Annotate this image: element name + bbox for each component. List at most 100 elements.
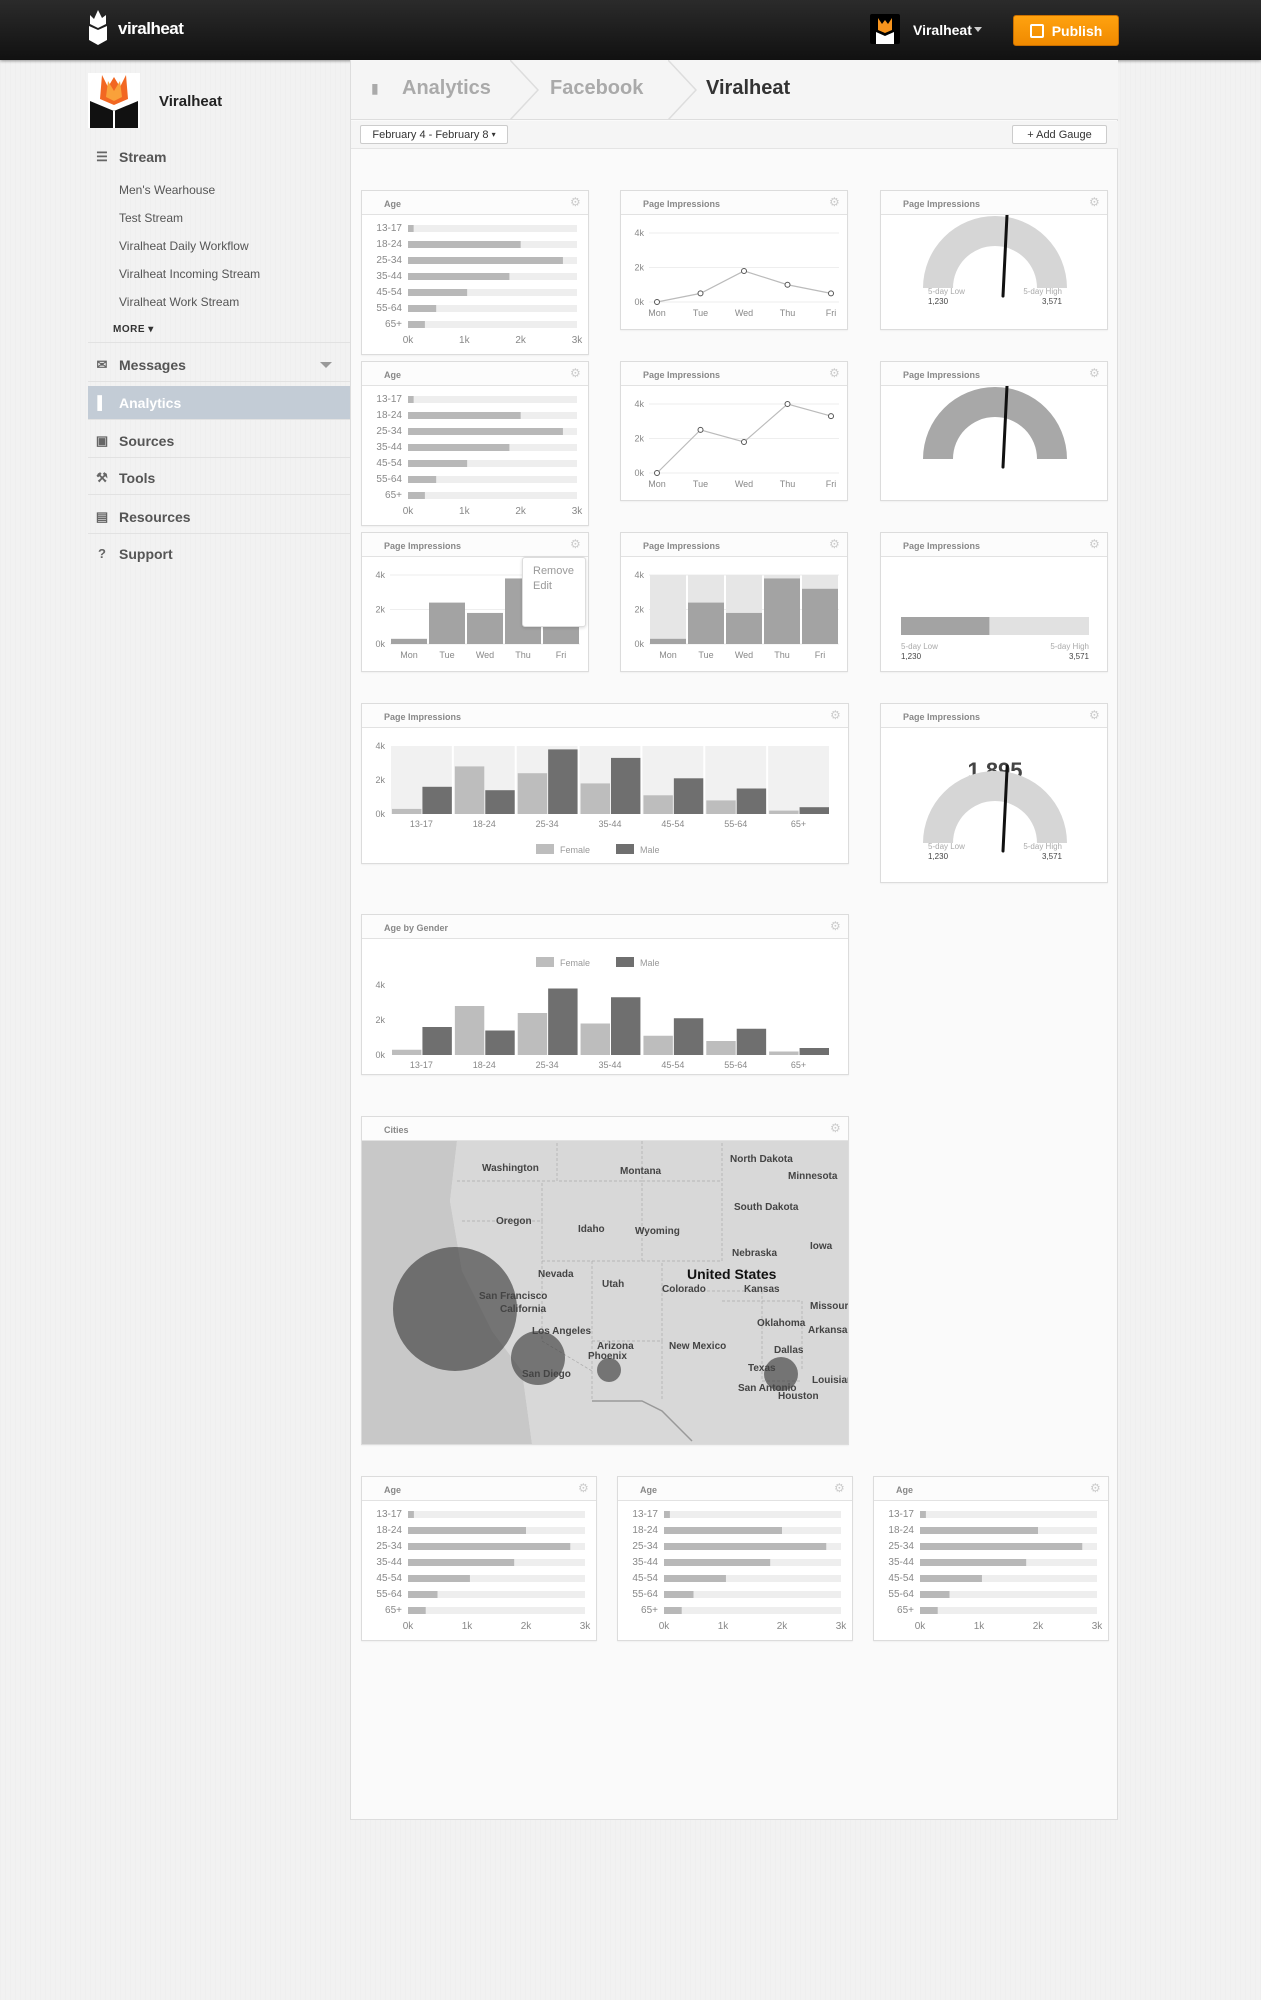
sidebar-item-label: Sources [119,432,175,449]
y-tick-label: 2k [375,605,385,615]
stream-incoming[interactable]: Viralheat Incoming Stream [119,267,260,281]
chevron-down-icon: ▾ [491,130,496,139]
bar-male-65+ [799,807,829,814]
sidebar-item-stream[interactable]: ☰ Stream [88,140,350,174]
stream-mens-wearhouse[interactable]: Men's Wearhouse [119,183,215,197]
gear-icon[interactable]: ⚙ [830,1122,842,1134]
bar-13-17 [408,1511,414,1518]
date-range-select[interactable]: February 4 - February 8 ▾ [360,125,508,144]
map-label: Nevada [538,1269,574,1280]
y-tick-label: 4k [634,399,644,409]
cities-map[interactable]: Washington Montana North Dakota Minnesota Or… [362,1141,848,1444]
publish-button[interactable]: Publish [1013,15,1119,46]
data-point [828,413,834,420]
y-tick-label: 45-54 [376,1573,402,1584]
bar-18-24 [408,412,521,419]
gear-icon[interactable]: ⚙ [829,538,841,550]
x-tick-label: Tue [698,650,713,660]
bar-chart-icon: ▮ [371,80,379,96]
y-tick-label: 0k [634,639,644,649]
gear-icon[interactable]: ⚙ [1090,1482,1102,1494]
y-tick-label: 25-34 [376,255,402,266]
account-avatar[interactable] [870,14,900,44]
x-tick-label: 13-17 [410,819,433,829]
chevron-down-icon[interactable] [974,27,982,32]
chart-svg-gauge1: 5-day Low1,230 5-day High3,571 [923,215,1067,306]
gear-icon[interactable]: ⚙ [829,367,841,379]
map-label: Arkansas [808,1325,848,1336]
gear-icon[interactable]: ⚙ [830,920,842,932]
city-marker[interactable] [393,1247,517,1371]
y-tick-label: 0k [634,297,644,307]
y-tick-label: 25-34 [376,1541,402,1552]
gear-icon[interactable]: ⚙ [829,196,841,208]
gear-icon[interactable]: ⚙ [1089,538,1101,550]
sidebar-item-label: Tools [119,469,156,486]
gear-icon[interactable]: ⚙ [834,1482,846,1494]
breadcrumb-facebook[interactable]: Facebook [550,77,643,100]
bar-35-44 [408,444,510,451]
sidebar-item-messages[interactable]: ✉ Messages [88,348,350,382]
x-tick-label: Fri [826,308,837,318]
bar-45-54 [408,1575,470,1582]
x-tick-label: 25-34 [536,819,559,829]
sidebar-item-sources[interactable]: ▣ Sources [88,424,350,458]
gear-icon[interactable]: ⚙ [578,1482,590,1494]
x-tick-label: Thu [780,308,796,318]
data-point [697,290,704,297]
add-gauge-button[interactable]: + Add Gauge [1012,125,1107,144]
bar-65+ [408,1607,426,1614]
viralheat-logo-icon[interactable] [86,10,110,46]
stream-work[interactable]: Viralheat Work Stream [119,295,239,309]
x-tick-label: 18-24 [473,1060,496,1070]
x-tick-label: Thu [774,650,790,660]
map-label: Oklahoma [757,1318,806,1329]
sidebar-item-resources[interactable]: ▤ Resources [88,500,350,534]
remove-menu-item[interactable]: Remove [523,558,585,577]
gear-icon[interactable]: ⚙ [830,709,842,721]
map-label: San Francisco [479,1291,548,1302]
bar-Tue [429,602,465,644]
chart-svg-age2: 13-17 18-24 25-34 35-44 45-54 55-64 65+0k 1k 2k 3… [376,394,583,517]
gear-icon[interactable]: ⚙ [1089,367,1101,379]
widget-title: Page Impressions [362,704,848,728]
y-tick-label: 45-54 [376,458,402,469]
chevron-down-icon[interactable] [320,362,332,368]
bar-female-65+ [769,1051,799,1055]
map-label: Missouri [810,1301,848,1312]
widget-title: Cities [362,1117,848,1141]
account-name[interactable]: Viralheat [913,22,972,38]
gear-icon[interactable]: ⚙ [1089,196,1101,208]
high-value: 3,571 [1069,652,1090,661]
bar-13-17 [408,396,414,403]
x-tick-label: 0k [915,1621,927,1632]
bar-Fri [802,588,838,644]
more-streams-button[interactable]: MORE ▾ [113,324,154,335]
edit-menu-item[interactable]: Edit [523,577,585,592]
map-label: Wyoming [635,1226,680,1237]
bar-track [664,1607,841,1614]
stream-test-stream[interactable]: Test Stream [119,211,183,225]
bar-track [408,321,577,328]
gear-icon[interactable]: ⚙ [570,538,582,550]
data-point [654,299,660,305]
map-label: Idaho [578,1224,605,1235]
data-point [828,290,834,297]
bar-female-45-54 [643,795,673,814]
sidebar-item-analytics[interactable]: ▌ Analytics [88,386,350,420]
x-tick-label: Wed [735,479,753,489]
sidebar-item-tools[interactable]: ⚒ Tools [88,461,350,495]
gear-icon[interactable]: ⚙ [1089,709,1101,721]
gear-icon[interactable]: ⚙ [570,367,582,379]
sidebar-item-support[interactable]: ? Support [88,537,350,571]
stream-daily-workflow[interactable]: Viralheat Daily Workflow [119,239,249,253]
breadcrumb-analytics[interactable]: Analytics [402,77,491,100]
bar-track [920,1607,1097,1614]
brand-name[interactable]: viralheat [118,19,184,39]
bar-Mon [391,638,427,644]
gear-icon[interactable]: ⚙ [570,196,582,208]
y-tick-label: 2k [634,263,644,273]
x-tick-label: 65+ [791,1060,806,1070]
data-point [784,401,791,407]
bar-track [664,1511,841,1518]
